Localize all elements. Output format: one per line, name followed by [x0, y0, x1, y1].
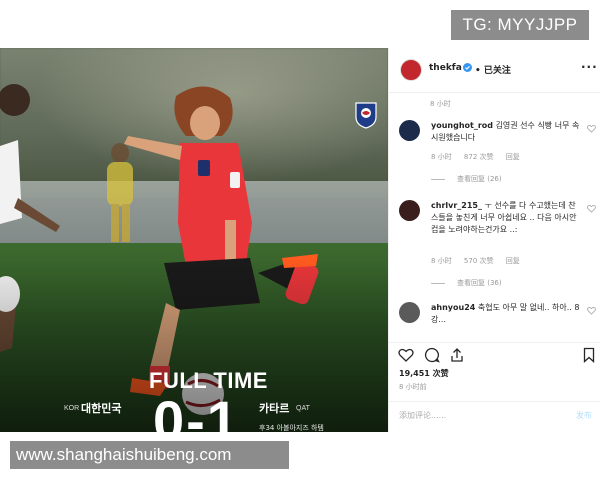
- post-side-panel: thekfa • 已关注 ··· 8 小时 younghot_rod 김영권 선…: [388, 48, 600, 432]
- caption-timestamp: 8 小时: [430, 100, 451, 108]
- like-comment-icon[interactable]: [587, 204, 596, 213]
- team-left-name: 대한민국: [81, 402, 122, 415]
- view-replies[interactable]: 查看回复 (36): [431, 278, 502, 288]
- like-count[interactable]: 19,451 次赞: [399, 368, 449, 379]
- comment-username[interactable]: younghot_rod: [431, 121, 493, 130]
- watermark-bottom: www.shanghaishuibeng.com: [10, 441, 289, 469]
- add-comment-bar: 添加评论...... 发布: [389, 401, 600, 433]
- comment-username[interactable]: chrlvr_215_: [431, 201, 482, 210]
- team-right-code: QAT: [296, 405, 310, 412]
- comment-meta: 8 小时 570 次赞 回复: [431, 256, 530, 266]
- like-comment-icon[interactable]: [587, 124, 596, 133]
- team-left-code: KOR: [64, 405, 80, 412]
- comment-text: younghot_rod 김영권 선수 식빵 너무 속시원했습니다: [431, 120, 581, 144]
- goal-note: 후34 아볼아지즈 하템: [259, 424, 324, 432]
- comment-icon[interactable]: [424, 347, 440, 363]
- avatar[interactable]: [400, 59, 422, 81]
- post-username[interactable]: thekfa: [429, 63, 462, 73]
- post-comment-button[interactable]: 发布: [576, 410, 592, 421]
- view-replies[interactable]: 查看回复 (26): [431, 174, 502, 184]
- post-timestamp: 8 小时前: [399, 383, 427, 391]
- reply-button[interactable]: 回复: [506, 153, 520, 161]
- comment-text: chrlvr_215_ ㅜ 선수를 다 수고했는데 찬스들을 놓친게 너무 아쉽…: [431, 200, 581, 236]
- comment-time: 8 小时: [431, 257, 452, 265]
- comment-meta: 8 小时 872 次赞 回复: [431, 152, 530, 162]
- team-right-name: 카타르: [259, 402, 290, 415]
- verified-badge-icon: [463, 63, 472, 72]
- bookmark-icon[interactable]: [581, 347, 597, 363]
- avatar[interactable]: [399, 120, 420, 141]
- reply-button[interactable]: 回复: [506, 257, 520, 265]
- avatar[interactable]: [399, 302, 420, 323]
- post-photo[interactable]: FULL TIME KOR 대한민국 0-1 카타르 QAT 후34 아볼아지즈…: [0, 48, 388, 432]
- watermark-top: TG: MYYJJPP: [451, 10, 589, 40]
- comment-username[interactable]: ahnyou24: [431, 303, 475, 312]
- avatar[interactable]: [399, 200, 420, 221]
- kfa-logo-icon: [355, 102, 377, 129]
- comment-text: ahnyou24 축협도 아무 말 없네.. 하아.. 8강...: [431, 302, 581, 326]
- comment-likes[interactable]: 872 次赞: [464, 153, 494, 161]
- comment-likes[interactable]: 570 次赞: [464, 257, 494, 265]
- post-header: thekfa • 已关注 ···: [389, 48, 600, 93]
- like-comment-icon[interactable]: [587, 306, 596, 315]
- more-options-icon[interactable]: ···: [581, 60, 598, 74]
- comment-time: 8 小时: [431, 153, 452, 161]
- share-icon[interactable]: [449, 347, 465, 363]
- heart-icon[interactable]: [398, 347, 414, 363]
- follow-status[interactable]: • 已关注: [475, 63, 511, 76]
- score: 0-1: [153, 389, 240, 433]
- comment-input[interactable]: 添加评论......: [399, 410, 446, 421]
- post-actions-bar: [389, 342, 600, 363]
